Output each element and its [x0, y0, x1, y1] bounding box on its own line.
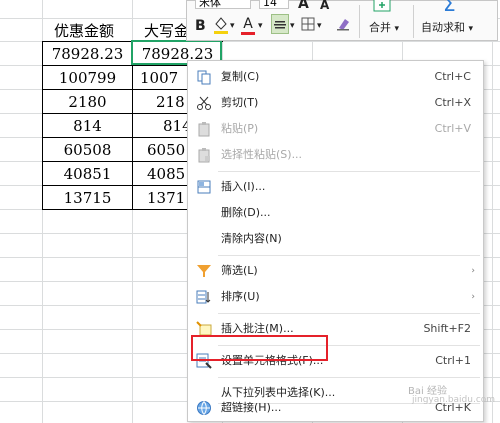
cell-a5[interactable]: 814 [43, 114, 132, 138]
menu-item-paste[interactable]: 粘贴(P) Ctrl+V [188, 116, 483, 142]
cell-a4[interactable]: 2180 [43, 90, 132, 114]
insert-cells-icon [196, 179, 212, 195]
grow-font-icon[interactable]: A [298, 0, 309, 13]
menu-shortcut: Ctrl+C [434, 70, 471, 83]
cell-b5[interactable]: 814 [163, 114, 187, 138]
merge-button[interactable]: 合并 ▾ [369, 19, 399, 38]
autosum-label: 自动求和 [421, 21, 465, 34]
merge-label: 合并 [369, 21, 391, 34]
cell-a3[interactable]: 100799 [43, 66, 132, 90]
submenu-arrow-icon: › [471, 266, 475, 276]
menu-label: 复制(C) [221, 70, 260, 83]
cell-b4[interactable]: 218 [156, 90, 187, 114]
dropdown-arrow-icon: ▾ [468, 24, 474, 34]
menu-shortcut: Ctrl+X [434, 96, 471, 109]
menu-label: 插入(I)... [221, 180, 266, 193]
font-color-letter: A [243, 16, 253, 32]
cell-b3[interactable]: 1007 [140, 66, 187, 90]
menu-label: 超链接(H)... [221, 401, 282, 414]
font-color-icon[interactable]: A [241, 15, 255, 35]
cell-b8[interactable]: 1371 [147, 186, 187, 210]
dropdown-arrow-icon[interactable]: ▾ [230, 17, 235, 35]
autosum-icon[interactable]: Σ [443, 0, 456, 14]
scissors-icon [196, 95, 212, 111]
menu-shortcut: Ctrl+V [434, 122, 471, 135]
menu-item-copy[interactable]: 复制(C) Ctrl+C [188, 64, 483, 90]
sort-icon [196, 289, 212, 305]
submenu-arrow-icon: › [471, 292, 475, 302]
context-menu: 复制(C) Ctrl+C 剪切(T) Ctrl+X 粘贴(P) Ctrl+V 选… [187, 60, 484, 422]
menu-label: 清除内容(N) [221, 232, 282, 245]
fill-color-icon[interactable] [213, 15, 229, 35]
paste-special-icon [196, 147, 212, 163]
autosum-button[interactable]: 自动求和 ▾ [421, 19, 473, 38]
header-discount-amount[interactable]: 优惠金额 [54, 21, 114, 41]
menu-item-cut[interactable]: 剪切(T) Ctrl+X [188, 90, 483, 116]
floating-format-toolbar: 宋体 14 A A B ▾ A ▾ ▾ ▾ 合并 ▾ Σ 自动求和 ▾ [186, 0, 498, 41]
cell-b7[interactable]: 4085 [147, 162, 187, 186]
dropdown-arrow-icon: ▾ [394, 24, 400, 34]
menu-shortcut: Ctrl+1 [435, 354, 471, 367]
filter-icon [196, 263, 212, 279]
cell-a2[interactable]: 78928.23 [43, 42, 132, 66]
menu-shortcut: Shift+F2 [423, 322, 471, 335]
menu-item-insert[interactable]: 插入(I)... [188, 174, 483, 200]
font-size-select[interactable]: 14 [259, 0, 289, 9]
copy-icon [196, 69, 212, 85]
menu-label: 排序(U) [221, 290, 260, 303]
highlight-box [191, 335, 328, 361]
font-name-select[interactable]: 宋体 [195, 0, 251, 9]
menu-label: 选择性粘贴(S)... [221, 148, 303, 161]
menu-label: 筛选(L) [221, 264, 258, 277]
menu-label: 粘贴(P) [221, 122, 259, 135]
hyperlink-icon [196, 400, 212, 416]
cell-a7[interactable]: 40851 [43, 162, 132, 186]
menu-label: 剪切(T) [221, 96, 259, 109]
shrink-font-icon[interactable]: A [320, 0, 329, 14]
bold-button[interactable]: B [195, 17, 206, 35]
cell-a8[interactable]: 13715 [43, 186, 132, 210]
menu-item-delete[interactable]: 删除(D)... [188, 200, 483, 226]
align-center-icon[interactable] [271, 14, 289, 34]
clear-format-icon[interactable] [335, 16, 351, 32]
dropdown-arrow-icon[interactable]: ▾ [258, 17, 263, 35]
paste-icon [196, 121, 212, 137]
cell-a6[interactable]: 60508 [43, 138, 132, 162]
menu-item-paste-special[interactable]: 选择性粘贴(S)... [188, 142, 483, 168]
menu-item-sort[interactable]: 排序(U) › [188, 284, 483, 310]
border-icon[interactable] [301, 17, 315, 31]
merge-icon[interactable] [373, 0, 391, 12]
cell-b6[interactable]: 6050 [147, 138, 187, 162]
dropdown-arrow-icon[interactable]: ▾ [290, 17, 295, 35]
menu-label: 删除(D)... [221, 206, 271, 219]
dropdown-arrow-icon[interactable]: ▾ [317, 17, 322, 35]
menu-item-filter[interactable]: 筛选(L) › [188, 258, 483, 284]
menu-item-clear-contents[interactable]: 清除内容(N) [188, 226, 483, 252]
watermark-url: jingyan.baidu.com [412, 395, 496, 405]
